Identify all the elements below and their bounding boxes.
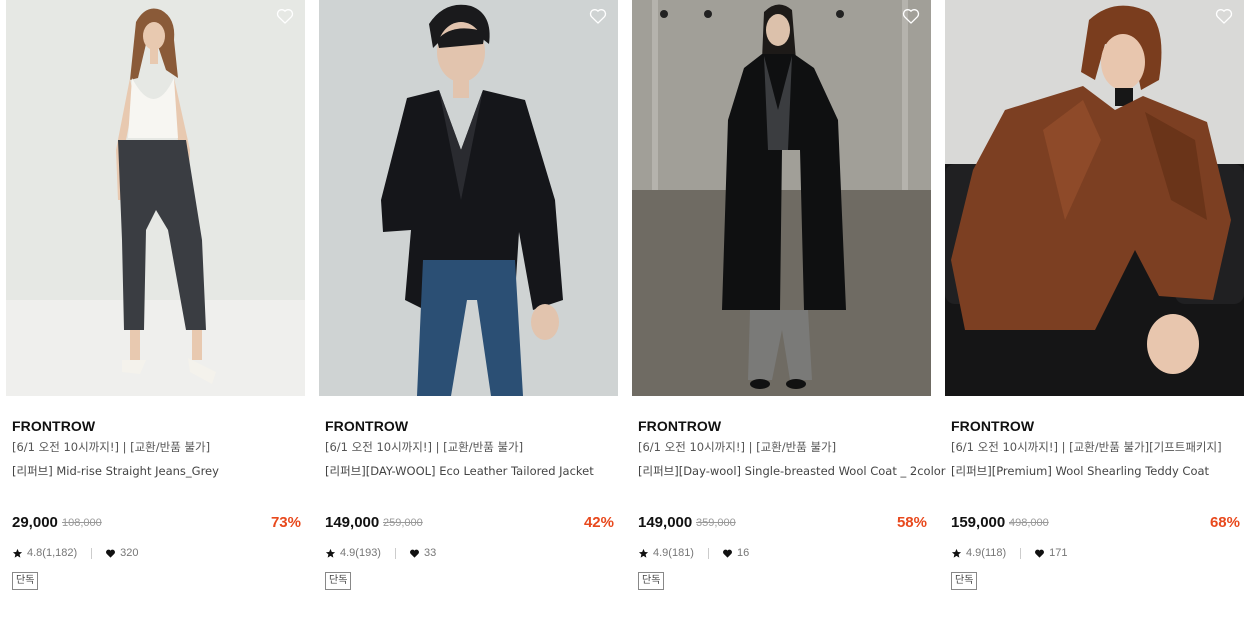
wishlist-heart-icon[interactable] <box>1214 6 1234 26</box>
product-name[interactable]: [리퍼브][DAY-WOOL] Eco Leather Tailored Jac… <box>325 463 594 479</box>
product-likes: 171 <box>1049 547 1068 559</box>
product-brand[interactable]: FRONTROW <box>12 418 95 434</box>
meta-divider <box>1020 547 1022 559</box>
product-price: 149,000 <box>638 514 693 531</box>
wishlist-heart-icon[interactable] <box>901 6 921 26</box>
likes-heart-icon <box>105 548 116 559</box>
product-photo-jeans <box>6 0 305 396</box>
product-promo[interactable]: [6/1 오전 10시까지!] | [교환/반품 불가] <box>12 439 210 455</box>
product-photo-wool-coat <box>632 0 931 396</box>
product-brand[interactable]: FRONTROW <box>325 418 408 434</box>
product-rating: 4.8(1,182) <box>27 547 78 559</box>
exclusive-badge: 단독 <box>951 572 978 590</box>
likes-heart-icon <box>409 548 420 559</box>
product-promo[interactable]: [6/1 오전 10시까지!] | [교환/반품 불가] <box>638 439 836 455</box>
star-icon <box>325 548 336 559</box>
product-card[interactable]: FRONTROW [6/1 오전 10시까지!] | [교환/반품 불가][기프… <box>945 0 1244 619</box>
product-rating: 4.9(118) <box>966 547 1007 559</box>
product-rating: 4.9(181) <box>653 547 694 559</box>
product-discount: 58% <box>896 514 927 531</box>
product-name[interactable]: [리퍼브] Mid-rise Straight Jeans_Grey <box>12 463 219 479</box>
product-original-price: 359,000 <box>696 517 736 529</box>
product-likes: 33 <box>423 547 437 559</box>
product-card[interactable]: FRONTROW [6/1 오전 10시까지!] | [교환/반품 불가] [리… <box>319 0 618 619</box>
product-card[interactable]: FRONTROW [6/1 오전 10시까지!] | [교환/반품 불가] [리… <box>632 0 946 619</box>
product-meta: 4.9(193) 33 <box>325 547 436 559</box>
product-original-price: 108,000 <box>62 517 102 529</box>
product-promo[interactable]: [6/1 오전 10시까지!] | [교환/반품 불가] <box>325 439 523 455</box>
meta-divider <box>394 547 396 559</box>
likes-heart-icon <box>1034 548 1045 559</box>
product-discount: 68% <box>1209 514 1240 531</box>
product-photo-leather-jacket <box>319 0 618 396</box>
product-image[interactable] <box>632 0 931 396</box>
product-likes: 16 <box>736 547 750 559</box>
product-brand[interactable]: FRONTROW <box>638 418 721 434</box>
wishlist-heart-icon[interactable] <box>275 6 295 26</box>
product-discount: 42% <box>583 514 614 531</box>
product-meta: 4.9(118) 171 <box>951 547 1068 559</box>
star-icon <box>951 548 962 559</box>
product-grid: FRONTROW [6/1 오전 10시까지!] | [교환/반품 불가] [리… <box>0 0 1247 619</box>
exclusive-badge: 단독 <box>325 572 352 590</box>
product-image[interactable] <box>319 0 618 396</box>
product-rating: 4.9(193) <box>340 547 381 559</box>
product-card[interactable]: FRONTROW [6/1 오전 10시까지!] | [교환/반품 불가] [리… <box>6 0 305 619</box>
product-name[interactable]: [리퍼브][Premium] Wool Shearling Teddy Coat <box>951 463 1209 479</box>
product-image[interactable] <box>6 0 305 396</box>
product-original-price: 498,000 <box>1009 517 1049 529</box>
likes-heart-icon <box>722 548 733 559</box>
exclusive-badge: 단독 <box>12 572 39 590</box>
product-meta: 4.9(181) 16 <box>638 547 749 559</box>
meta-divider <box>91 547 93 559</box>
product-image[interactable] <box>945 0 1244 396</box>
wishlist-heart-icon[interactable] <box>588 6 608 26</box>
product-brand[interactable]: FRONTROW <box>951 418 1034 434</box>
product-price: 149,000 <box>325 514 380 531</box>
product-discount: 73% <box>270 514 301 531</box>
product-name[interactable]: [리퍼브][Day-wool] Single-breasted Wool Coa… <box>638 463 946 479</box>
star-icon <box>12 548 23 559</box>
product-meta: 4.8(1,182) 320 <box>12 547 139 559</box>
product-promo[interactable]: [6/1 오전 10시까지!] | [교환/반품 불가][기프트패키지] <box>951 439 1222 455</box>
product-likes: 320 <box>120 547 139 559</box>
product-photo-teddy-coat <box>945 0 1244 396</box>
meta-divider <box>707 547 709 559</box>
product-original-price: 259,000 <box>383 517 423 529</box>
star-icon <box>638 548 649 559</box>
exclusive-badge: 단독 <box>638 572 665 590</box>
product-price: 159,000 <box>951 514 1006 531</box>
product-price: 29,000 <box>12 514 58 531</box>
